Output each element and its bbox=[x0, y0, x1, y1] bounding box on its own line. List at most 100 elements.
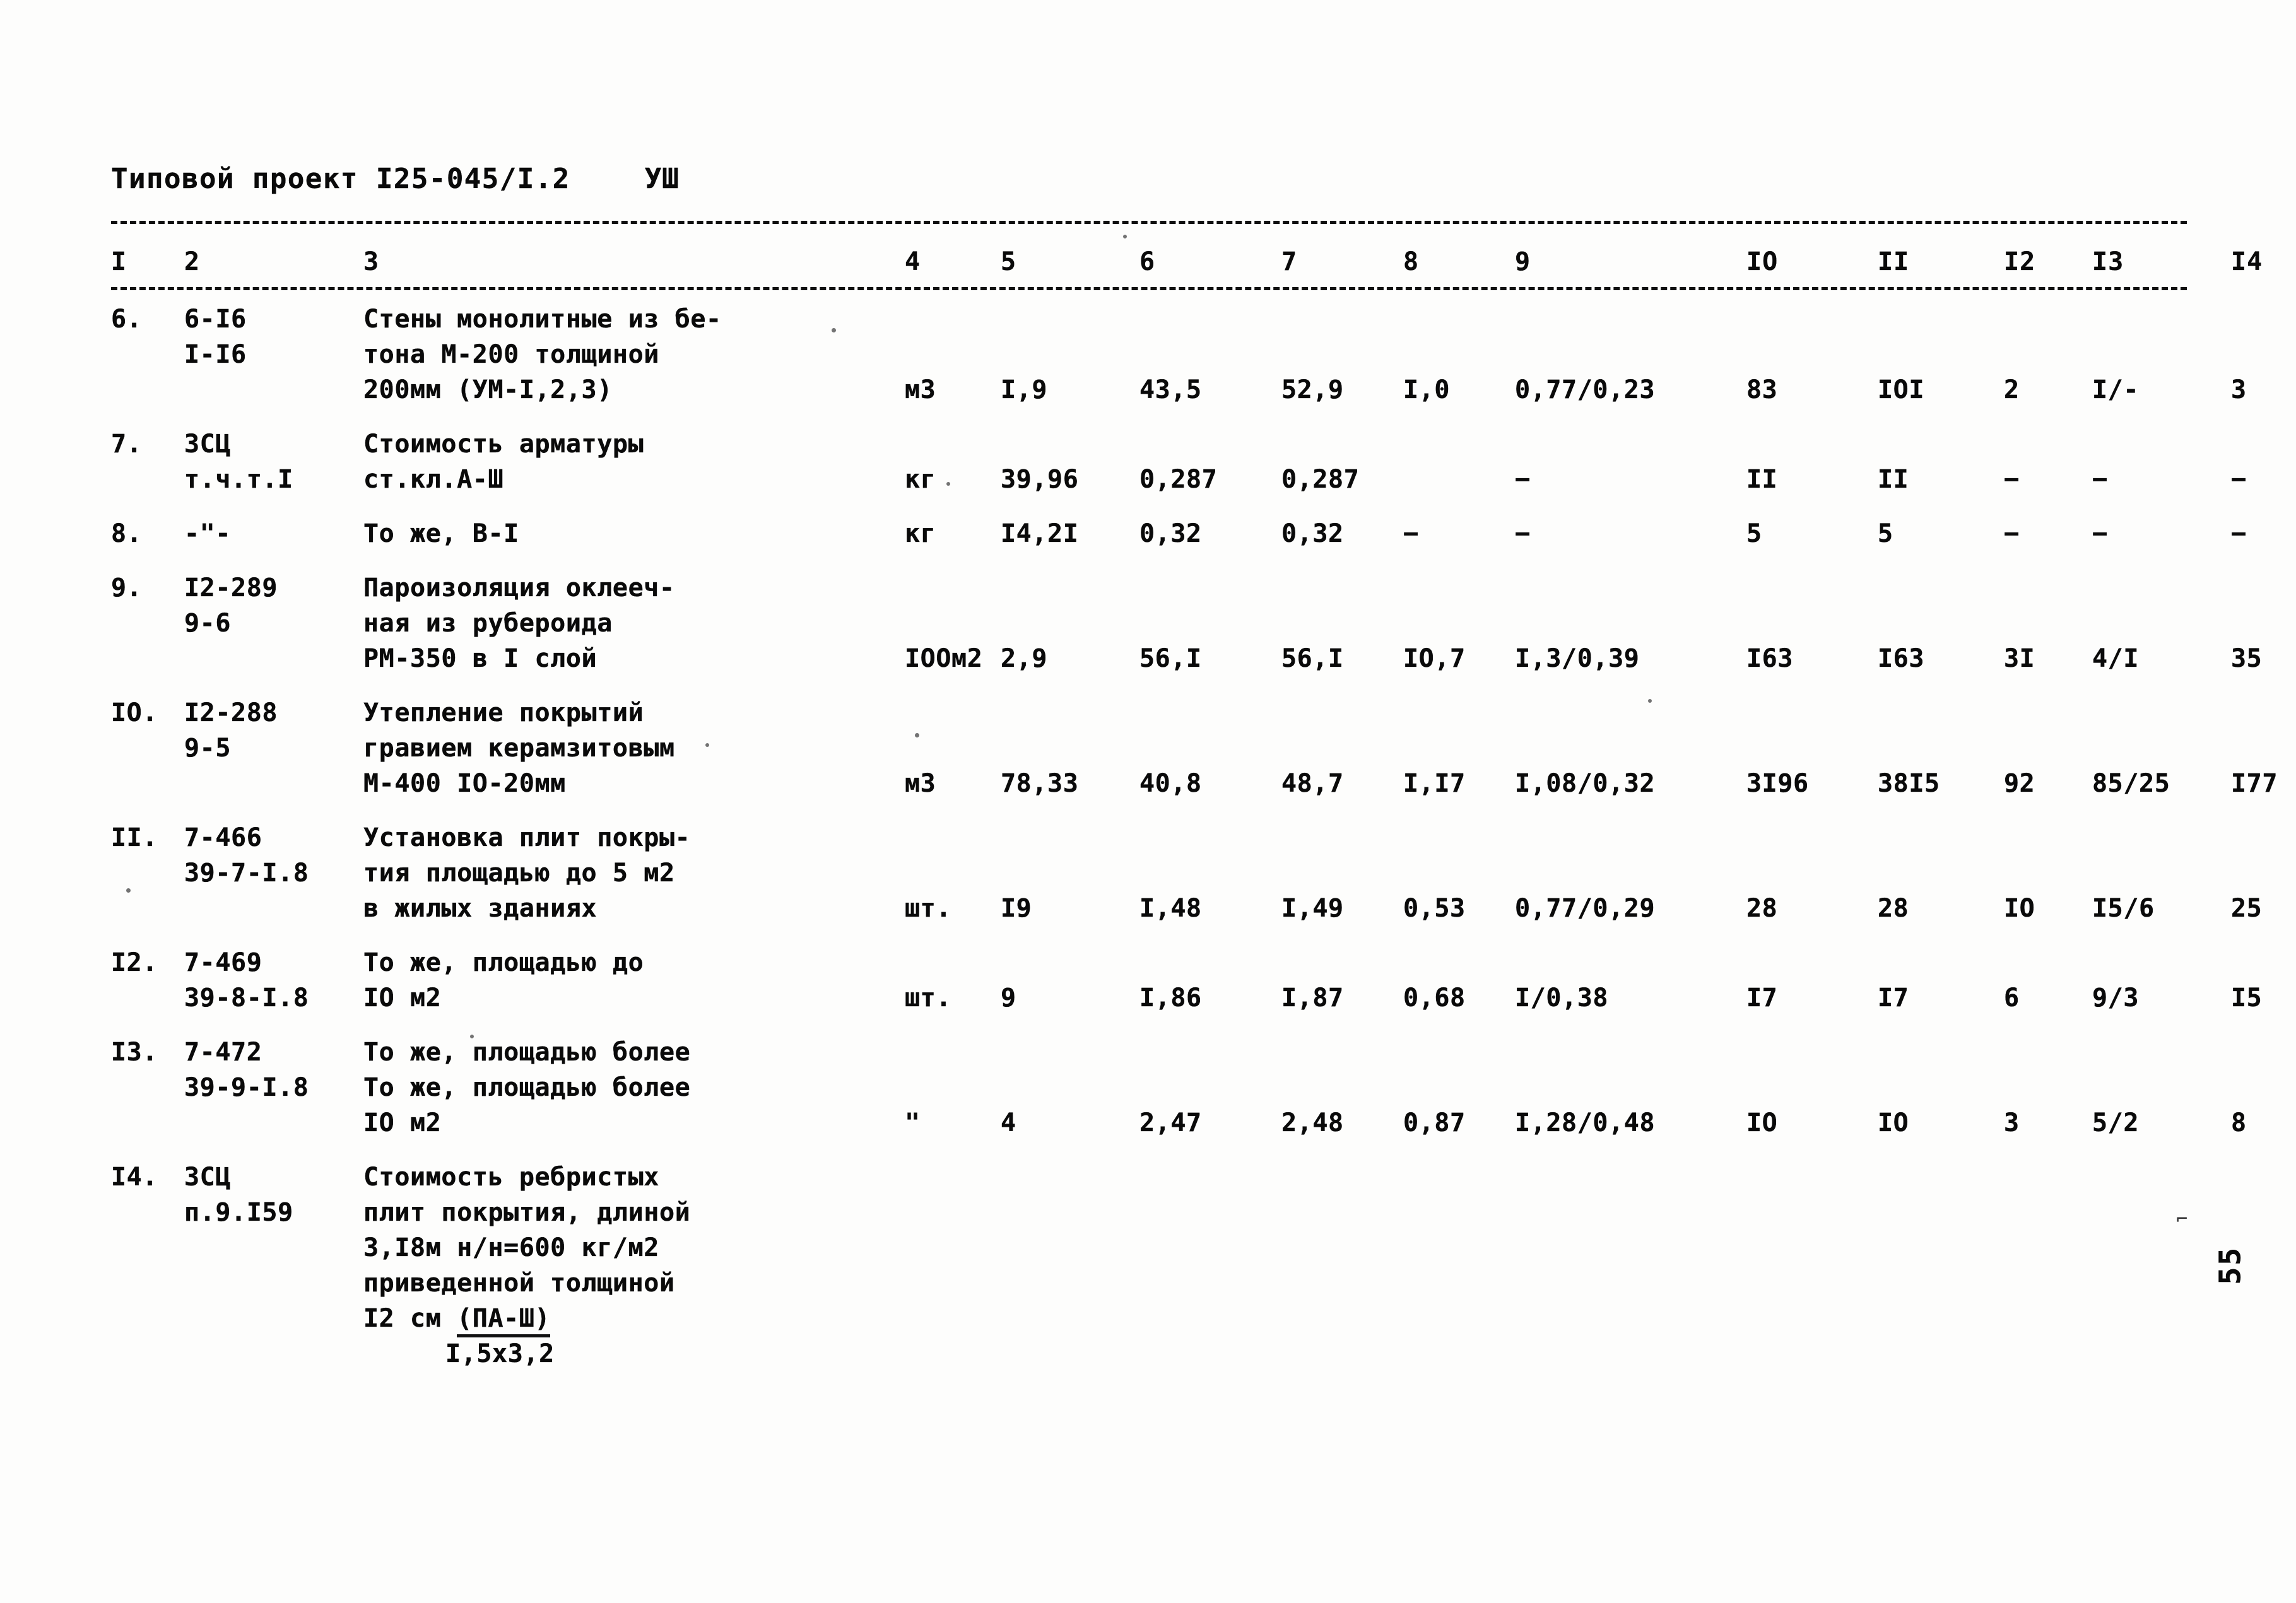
underlined-label: (ПА-Ш) bbox=[457, 1304, 551, 1337]
cell-qty: I,9 bbox=[1001, 375, 1048, 404]
description-line: Стоимость арматуры bbox=[363, 430, 644, 459]
row-norm-code: -"- bbox=[184, 516, 355, 551]
table-top-rule bbox=[111, 221, 2187, 224]
cell-qty: 9 bbox=[1001, 984, 1016, 1013]
row-item-number: II. bbox=[111, 823, 158, 852]
cell-v8: IO,7 bbox=[1403, 644, 1466, 673]
description-line: I2 см (ПА-Ш) bbox=[363, 1301, 900, 1337]
cell-v6: 0,32 bbox=[1139, 519, 1202, 548]
page-number: 55 bbox=[2213, 1246, 2247, 1285]
page-tick-mark: ⌐ bbox=[2175, 1208, 2187, 1230]
cell-v6: 43,5 bbox=[1139, 375, 1202, 404]
row-item-number: 7. bbox=[111, 430, 143, 459]
row-item-number: 8. bbox=[111, 519, 143, 548]
description-subline: I,5х3,2 bbox=[445, 1339, 555, 1368]
row-description: То же, площадью до IO м2 bbox=[363, 945, 900, 1016]
scan-speck bbox=[126, 888, 131, 893]
row-item-number: 9. bbox=[111, 573, 143, 602]
row-item-number: IO. bbox=[111, 698, 158, 727]
description-line: М-400 IO-20мм bbox=[363, 769, 566, 798]
cell-qty: 4 bbox=[1001, 1108, 1016, 1137]
description-line: приведенной толщиной bbox=[363, 1269, 675, 1298]
cell-v8: 0,68 bbox=[1403, 984, 1466, 1013]
description-line: ная из рубероида bbox=[363, 609, 613, 638]
table-row: II. 7-466 39-7-I.8 Установка плит покры-тия… bbox=[111, 820, 2262, 926]
cell-v13: 85/25 bbox=[2092, 769, 2170, 798]
description-line: в жилых зданиях bbox=[363, 894, 598, 923]
code-line: т.ч.т.I bbox=[184, 465, 293, 494]
cell-v14: I5 bbox=[2231, 984, 2263, 1013]
column-header-10: IO bbox=[1746, 247, 1779, 276]
cell-v6: 40,8 bbox=[1139, 769, 1202, 798]
cell-v7: 56,I bbox=[1281, 644, 1344, 673]
code-line: 39-8-I.8 bbox=[184, 984, 309, 1013]
cell-v7: 48,7 bbox=[1281, 769, 1344, 798]
cell-v10: I7 bbox=[1746, 984, 1778, 1013]
cell-v14: 8 bbox=[2231, 1108, 2247, 1137]
row-norm-code: ЗСЦ п.9.I59 bbox=[184, 1160, 355, 1230]
cell-v7: 2,48 bbox=[1281, 1108, 1344, 1137]
scan-speck bbox=[915, 733, 919, 737]
code-line: I2-289 bbox=[184, 573, 278, 602]
row-description: Установка плит покры-тия площадью до 5 м… bbox=[363, 820, 900, 926]
table-row: I2. 7-469 39-8-I.8 То же, площадью до IO м2 ш… bbox=[111, 945, 2262, 1016]
description-line: Установка плит покры- bbox=[363, 823, 691, 852]
cell-v14: 3 bbox=[2231, 375, 2247, 404]
table-row: 7. ЗСЦ т.ч.т.I Стоимость арматуры ст.кл.А-Ш к… bbox=[111, 426, 2246, 497]
cell-v9: I,08/0,32 bbox=[1515, 769, 1656, 798]
cell-unit: мЗ bbox=[905, 769, 936, 798]
cell-v14: 35 bbox=[2231, 644, 2263, 673]
column-header-2: 2 bbox=[184, 247, 201, 276]
cell-v14: I77 bbox=[2231, 769, 2278, 798]
cell-unit: кг bbox=[905, 465, 936, 494]
row-norm-code: ЗСЦ т.ч.т.I bbox=[184, 426, 355, 497]
table-row: 6. 6-I6 I-I6 Стены монолитные из бе-тона М-… bbox=[111, 302, 2246, 408]
cell-v11: 5 bbox=[1878, 519, 1893, 548]
description-line: ст.кл.А-Ш bbox=[363, 465, 504, 494]
table-row: 9. I2-289 9-6 Пароизоляция оклееч-ная из ру… bbox=[111, 570, 2262, 676]
cell-v10: 83 bbox=[1746, 375, 1778, 404]
cell-v6: 2,47 bbox=[1139, 1108, 1202, 1137]
cell-v13: I/- bbox=[2092, 375, 2140, 404]
table-row: 8. -"- То же, В-I кг I4,2I 0,32 0,32 − − 5 5 − − − bbox=[111, 516, 2246, 551]
description-line: То же, площадью более bbox=[363, 1073, 691, 1102]
cell-v14: − bbox=[2231, 465, 2247, 494]
description-line: гравием керамзитовым bbox=[363, 734, 675, 763]
row-norm-code: 6-I6 I-I6 bbox=[184, 302, 355, 372]
description-line: тия площадью до 5 м2 bbox=[363, 859, 675, 888]
cell-v9: I,3/0,39 bbox=[1515, 644, 1640, 673]
cell-v10: 28 bbox=[1746, 894, 1778, 923]
cell-v6: I,48 bbox=[1139, 894, 1202, 923]
cell-v8: I,I7 bbox=[1403, 769, 1466, 798]
cell-v7: I,87 bbox=[1281, 984, 1344, 1013]
column-header-5: 5 bbox=[1001, 247, 1017, 276]
cell-v9: 0,77/0,23 bbox=[1515, 375, 1656, 404]
cell-v8: 0,87 bbox=[1403, 1108, 1466, 1137]
cell-qty: 2,9 bbox=[1001, 644, 1048, 673]
column-header-rule bbox=[111, 287, 2187, 290]
cell-v10: I63 bbox=[1746, 644, 1794, 673]
description-line: То же, площадью более bbox=[363, 1038, 691, 1067]
cell-v13: 9/3 bbox=[2092, 984, 2140, 1013]
description-line: плит покрытия, длиной bbox=[363, 1198, 691, 1227]
column-header-12: I2 bbox=[2004, 247, 2036, 276]
cell-v13: − bbox=[2092, 465, 2108, 494]
row-norm-code: I2-289 9-6 bbox=[184, 570, 355, 641]
cell-v9: − bbox=[1515, 465, 1531, 494]
table-row: I3. 7-472 39-9-I.8 То же, площадью более То … bbox=[111, 1035, 2246, 1141]
column-header-row: I 2 3 4 5 6 7 8 9 IO II I2 I3 I4 bbox=[111, 247, 2262, 285]
code-line: I2-288 bbox=[184, 698, 278, 727]
row-norm-code: 7-466 39-7-I.8 bbox=[184, 820, 355, 891]
cell-v11: I7 bbox=[1878, 984, 1909, 1013]
description-line: IO м2 bbox=[363, 984, 442, 1013]
cell-unit: шт. bbox=[905, 894, 952, 923]
cell-v12: 3 bbox=[2004, 1108, 2020, 1137]
column-header-13: I3 bbox=[2092, 247, 2124, 276]
description-line: РМ-350 в I слой bbox=[363, 644, 598, 673]
code-line: 7-469 bbox=[184, 948, 262, 977]
cell-qty: I9 bbox=[1001, 894, 1032, 923]
scan-speck bbox=[470, 1035, 474, 1038]
cell-v9: − bbox=[1515, 519, 1531, 548]
cell-v14: − bbox=[2231, 519, 2247, 548]
description-line: Утепление покрытий bbox=[363, 698, 644, 727]
